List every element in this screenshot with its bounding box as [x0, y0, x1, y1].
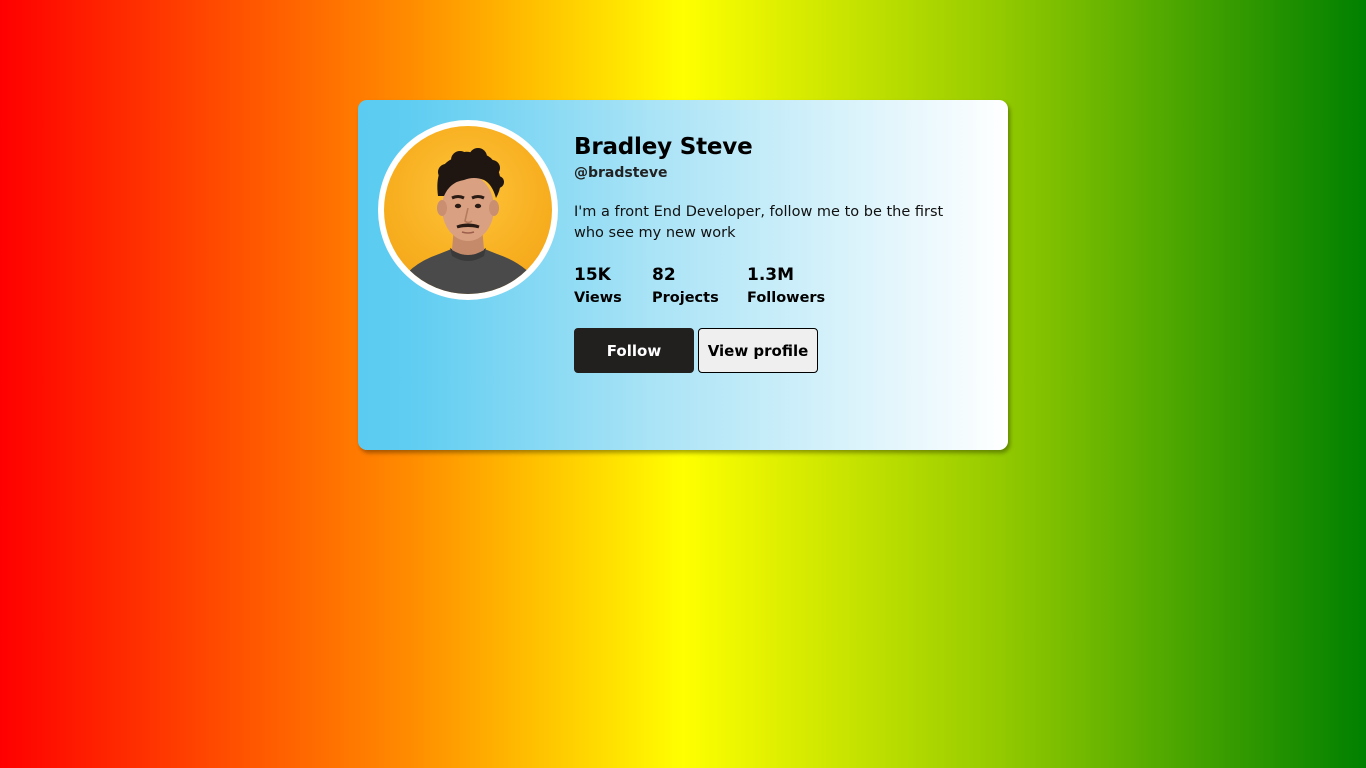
avatar-ring: [378, 120, 558, 300]
profile-card: Bradley Steve @bradsteve I'm a front End…: [358, 100, 1008, 450]
profile-bio: I'm a front End Developer, follow me to …: [574, 204, 944, 241]
profile-info: Bradley Steve @bradsteve I'm a front End…: [574, 132, 984, 373]
profile-name: Bradley Steve: [574, 134, 753, 160]
view-profile-button[interactable]: View profile: [698, 328, 818, 373]
follow-button[interactable]: Follow: [574, 328, 694, 373]
avatar-photo: [394, 148, 544, 294]
profile-stats: 15K Views 82 Projects 1.3M Followers: [574, 264, 984, 309]
stat-projects: 82 Projects: [652, 264, 747, 309]
stat-followers: 1.3M Followers: [747, 264, 847, 309]
avatar: [384, 126, 552, 294]
stat-value: 1.3M: [747, 265, 795, 285]
stat-label: Views: [574, 290, 622, 306]
stat-views: 15K Views: [574, 264, 652, 309]
stat-value: 82: [652, 265, 676, 285]
stat-label: Followers: [747, 290, 826, 306]
stat-label: Projects: [652, 290, 719, 306]
stat-value: 15K: [574, 265, 611, 285]
profile-handle: @bradsteve: [574, 165, 668, 181]
profile-actions: Follow View profile: [574, 328, 984, 373]
